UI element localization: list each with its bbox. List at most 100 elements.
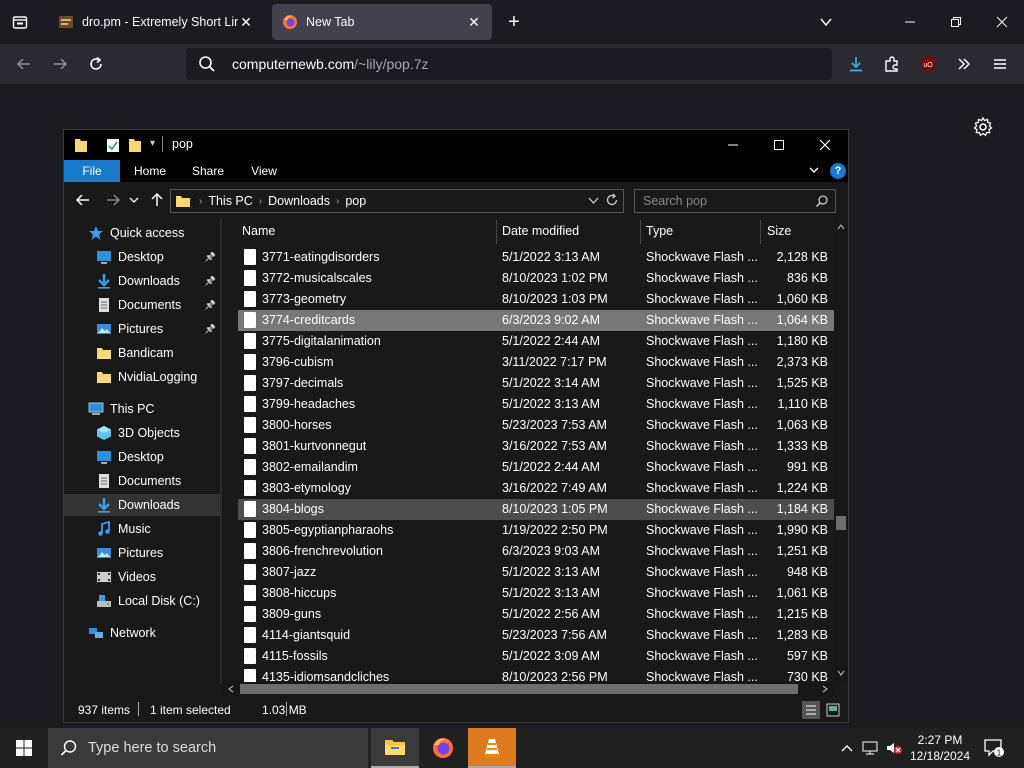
tab-new-tab[interactable]: New Tab ✕ — [272, 4, 492, 40]
file-row[interactable]: 3801-kurtvonnegut 3/16/2022 7:53 AM Shockw… — [238, 436, 834, 457]
file-row[interactable]: 3805-egyptianpharaohs 1/19/2022 2:50 PM Sh… — [238, 520, 834, 541]
file-row[interactable]: 3775-digitalanimation 5/1/2022 2:44 AM Sho… — [238, 331, 834, 352]
volume-muted-icon[interactable] — [884, 728, 904, 768]
extensions-puzzle-icon[interactable] — [880, 52, 904, 76]
scroll-left-icon[interactable] — [228, 685, 234, 693]
breadcrumb-this-pc[interactable]: This PC — [208, 194, 252, 208]
details-view-icon[interactable] — [802, 701, 820, 719]
sidebar-item-desktop[interactable]: Desktop — [64, 446, 220, 468]
scroll-right-icon[interactable] — [822, 685, 828, 693]
file-row[interactable]: 3803-etymology 3/16/2022 7:49 AM Shockwave… — [238, 478, 834, 499]
file-row[interactable]: 3808-hiccups 5/1/2022 3:13 AM Shockwave Fl… — [238, 583, 834, 604]
close-tab-icon[interactable]: ✕ — [466, 14, 482, 30]
hamburger-menu-icon[interactable] — [988, 52, 1012, 76]
file-row[interactable]: 3799-headaches 5/1/2022 3:13 AM Shockwave … — [238, 394, 834, 415]
column-divider[interactable] — [496, 220, 497, 244]
close-window-icon[interactable] — [802, 130, 848, 160]
back-arrow-icon[interactable] — [74, 191, 92, 209]
ribbon-tab-home[interactable]: Home — [126, 160, 174, 182]
sidebar-item-music[interactable]: Music — [64, 518, 220, 540]
sidebar-item-downloads[interactable]: Downloads — [64, 494, 220, 516]
firefox-taskbar-icon[interactable] — [419, 728, 467, 768]
file-row[interactable]: 3809-guns 5/1/2022 2:56 AM Shockwave Flash… — [238, 604, 834, 625]
vertical-scrollbar[interactable] — [834, 218, 848, 684]
file-row[interactable]: 3774-creditcards 6/3/2023 9:02 AM Shockwav… — [238, 310, 834, 331]
address-bar[interactable]: › This PC › Downloads › pop — [170, 189, 624, 213]
tab-dro-pm[interactable]: dro.pm - Extremely Short Links ✕ — [48, 4, 264, 40]
file-row[interactable]: 3797-decimals 5/1/2022 3:14 AM Shockwave F… — [238, 373, 834, 394]
vlc-taskbar-icon[interactable] — [468, 728, 516, 768]
column-divider[interactable] — [760, 220, 761, 244]
file-row[interactable]: 4114-giantsquid 5/23/2023 7:56 AM Shockwav… — [238, 625, 834, 646]
pane-splitter[interactable] — [220, 218, 222, 684]
breadcrumb-downloads[interactable]: Downloads — [268, 194, 330, 208]
minimize-icon[interactable] — [896, 8, 924, 36]
properties-check-icon[interactable] — [106, 137, 120, 153]
sidebar-item-downloads[interactable]: Downloads 📌 — [64, 270, 220, 292]
more-tools-chevrons-icon[interactable] — [952, 52, 976, 76]
windows-start-icon[interactable] — [0, 728, 48, 768]
file-row[interactable]: 3804-blogs 8/10/2023 1:05 PM Shockwave Fla… — [238, 499, 834, 520]
sidebar-item-3d-objects[interactable]: 3D Objects — [64, 422, 220, 444]
close-window-icon[interactable] — [988, 8, 1016, 36]
breadcrumb-pop[interactable]: pop — [345, 194, 366, 208]
gear-icon[interactable] — [972, 116, 994, 138]
url-bar[interactable]: computernewb.com/~lily/pop.7z — [186, 48, 832, 80]
column-header-name[interactable]: Name — [242, 218, 492, 244]
help-icon[interactable]: ? — [830, 163, 846, 179]
minimize-icon[interactable] — [710, 130, 756, 160]
notifications-icon[interactable]: 1 — [980, 728, 1008, 768]
sidebar-item-pictures[interactable]: Pictures 📌 — [64, 318, 220, 340]
search-pop-input[interactable]: Search pop — [634, 189, 836, 213]
file-explorer-taskbar-icon[interactable] — [371, 728, 419, 768]
taskbar-search-box[interactable]: Type here to search — [48, 728, 368, 768]
sidebar-item-documents[interactable]: Documents — [64, 470, 220, 492]
firefox-view-icon[interactable] — [8, 10, 32, 34]
sidebar-item-pictures[interactable]: Pictures — [64, 542, 220, 564]
reload-icon[interactable] — [84, 52, 108, 76]
sidebar-item-videos[interactable]: Videos — [64, 566, 220, 588]
expand-ribbon-chevron-icon[interactable] — [808, 164, 820, 179]
scroll-up-icon[interactable] — [837, 224, 845, 230]
sidebar-item-documents[interactable]: Documents 📌 — [64, 294, 220, 316]
large-icons-view-icon[interactable] — [824, 701, 842, 719]
vertical-scroll-thumb[interactable] — [836, 516, 846, 530]
column-header-date-modified[interactable]: Date modified — [502, 218, 642, 244]
sidebar-item-bandicam[interactable]: Bandicam — [64, 342, 220, 364]
show-hidden-icons-chevron-icon[interactable] — [838, 728, 856, 768]
column-divider[interactable] — [640, 220, 641, 244]
sidebar-item-nvidialogging[interactable]: NvidiaLogging — [64, 366, 220, 388]
taskbar-clock[interactable]: 2:27 PM 12/18/2024 — [905, 732, 975, 764]
file-row[interactable]: 3800-horses 5/23/2023 7:53 AM Shockwave Fl… — [238, 415, 834, 436]
sidebar-item-network[interactable]: Network — [64, 622, 220, 644]
forward-arrow-icon[interactable] — [104, 191, 122, 209]
maximize-icon[interactable] — [756, 130, 802, 160]
forward-arrow-icon[interactable] — [48, 52, 72, 76]
ublock-origin-icon[interactable]: uO — [916, 52, 940, 76]
file-row[interactable]: 3772-musicalscales 8/10/2023 1:02 PM Shock… — [238, 268, 834, 289]
ribbon-tab-share[interactable]: Share — [184, 160, 232, 182]
file-row[interactable]: 3773-geometry 8/10/2023 1:03 PM Shockwave … — [238, 289, 834, 310]
back-arrow-icon[interactable] — [12, 52, 36, 76]
sidebar-item-this-pc[interactable]: This PC — [64, 398, 220, 420]
file-row[interactable]: 3802-emailandim 5/1/2022 2:44 AM Shockwave… — [238, 457, 834, 478]
file-row[interactable]: 4115-fossils 5/1/2022 3:09 AM Shockwave Fl… — [238, 646, 834, 667]
customize-toolbar-chevron-icon[interactable]: ▾ — [150, 138, 155, 149]
ribbon-tab-file[interactable]: File — [64, 160, 120, 182]
sidebar-item-local-disk-c[interactable]: Local Disk (C:) — [64, 590, 220, 612]
column-header-size[interactable]: Size — [767, 218, 827, 244]
file-row[interactable]: 3796-cubism 3/11/2022 7:17 PM Shockwave Fl… — [238, 352, 834, 373]
scroll-down-icon[interactable] — [837, 670, 845, 676]
recent-locations-chevron-icon[interactable] — [128, 191, 140, 209]
downloads-icon[interactable] — [844, 52, 868, 76]
ribbon-tab-view[interactable]: View — [240, 160, 288, 182]
network-status-icon[interactable] — [860, 728, 882, 768]
file-row[interactable]: 3807-jazz 5/1/2022 3:13 AM Shockwave Flash… — [238, 562, 834, 583]
address-history-chevron-icon[interactable] — [588, 195, 599, 209]
file-row[interactable]: 3806-frenchrevolution 6/3/2023 9:03 AM Sho… — [238, 541, 834, 562]
close-tab-icon[interactable]: ✕ — [238, 14, 254, 30]
list-all-tabs-chevron-icon[interactable] — [814, 8, 838, 36]
horizontal-scroll-thumb[interactable] — [240, 684, 798, 694]
file-row[interactable]: 3771-eatingdisorders 5/1/2022 3:13 AM Shoc… — [238, 247, 834, 268]
sidebar-item-quick-access[interactable]: Quick access — [64, 222, 220, 244]
